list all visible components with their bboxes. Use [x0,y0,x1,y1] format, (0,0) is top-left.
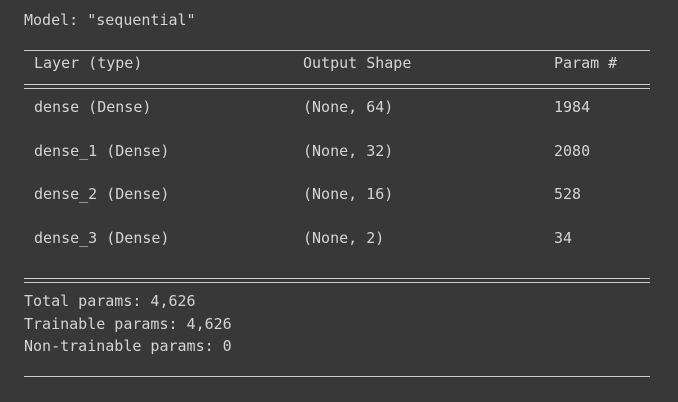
layer-output-shape: (None, 2) [303,229,385,247]
header-double-divider [24,84,650,89]
layer-param-count: 34 [554,229,573,247]
layer-output-shape: (None, 32) [303,142,394,160]
layer-param-count: 2080 [554,142,591,160]
layer-name: dense_1 (Dense) [34,142,170,160]
layer-param-count: 528 [554,185,582,203]
header-output-shape: Output Shape [303,54,412,72]
layer-name: dense (Dense) [34,98,152,116]
total-params: Total params: 4,626 [24,292,196,310]
trainable-params: Trainable params: 4,626 [24,315,232,333]
bottom-divider [24,376,650,377]
layer-name: dense_3 (Dense) [34,229,170,247]
model-title: Model: "sequential" [24,11,196,29]
header-layer-type: Layer (type) [34,54,143,72]
model-summary-output: Model: "sequential" Layer (type) Output … [0,0,678,402]
non-trainable-params: Non-trainable params: 0 [24,337,232,355]
layer-output-shape: (None, 64) [303,98,394,116]
layer-param-count: 1984 [554,98,591,116]
top-divider [24,50,650,51]
layer-name: dense_2 (Dense) [34,185,170,203]
header-param-count: Param # [554,54,618,72]
layer-output-shape: (None, 16) [303,185,394,203]
footer-double-divider [24,278,650,283]
